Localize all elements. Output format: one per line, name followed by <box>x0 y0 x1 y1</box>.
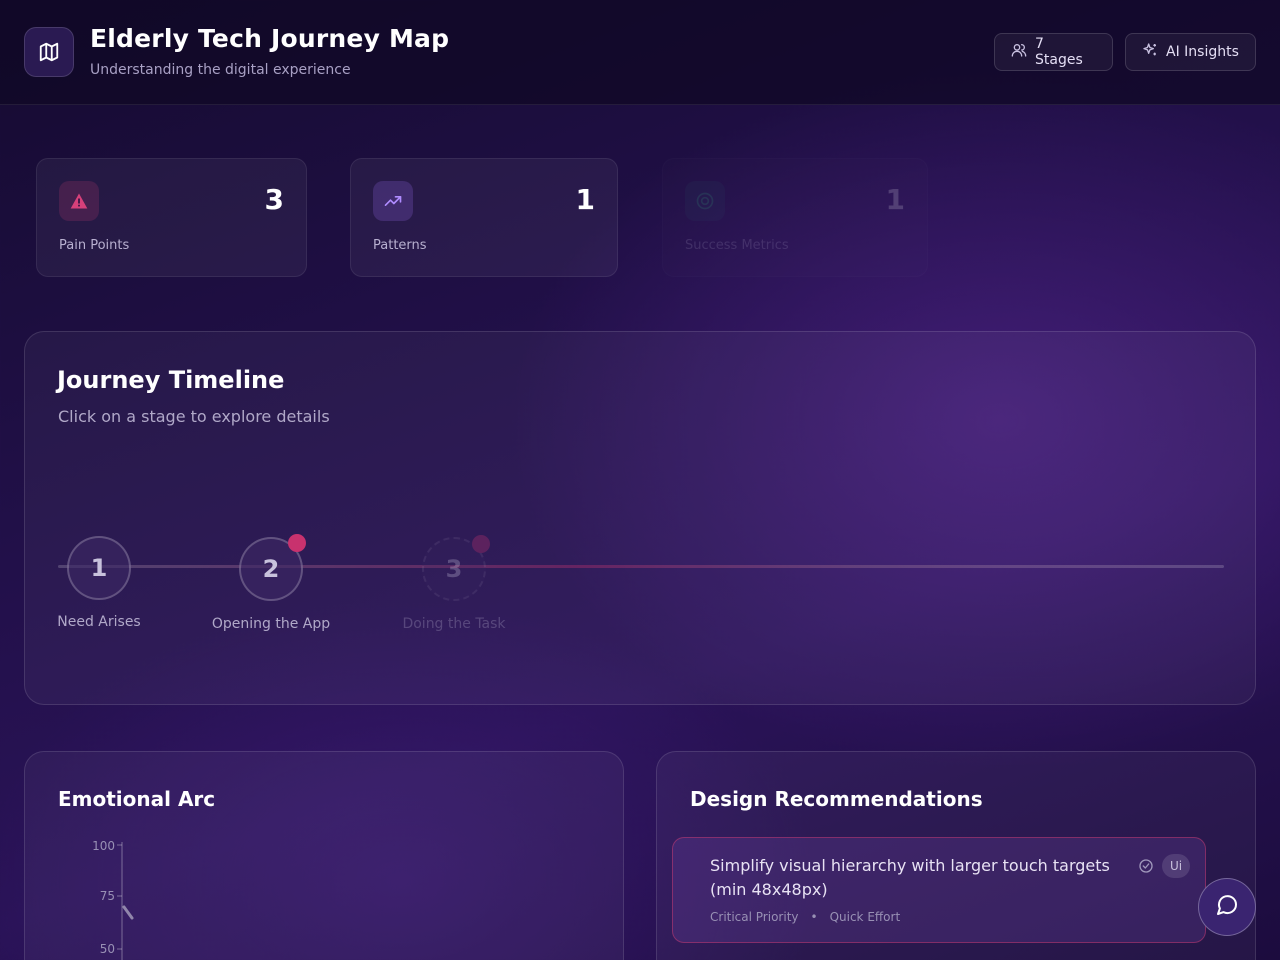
page-subtitle: Understanding the digital experience <box>90 62 351 78</box>
alert-triangle-icon <box>59 181 99 221</box>
stage-1-button[interactable]: 1 <box>67 536 131 600</box>
stage-number: 2 <box>262 555 280 583</box>
map-icon <box>24 27 74 77</box>
stat-card-patterns[interactable]: 1 Patterns <box>350 158 618 277</box>
pain-point-indicator <box>288 534 306 552</box>
page-title: Elderly Tech Journey Map <box>90 24 450 53</box>
stat-value: 3 <box>264 183 284 216</box>
design-recommendations-panel: Design Recommendations Simplify visual h… <box>656 751 1256 960</box>
stat-label: Success Metrics <box>685 238 789 253</box>
target-icon <box>685 181 725 221</box>
trending-up-icon <box>373 181 413 221</box>
timeline-track <box>58 565 1224 568</box>
stage-3-label: Doing the Task <box>402 616 506 632</box>
journey-timeline-panel: Journey Timeline Click on a stage to exp… <box>24 331 1256 705</box>
stages-button[interactable]: 7 Stages <box>994 33 1113 71</box>
recommendations-title: Design Recommendations <box>690 787 983 811</box>
stat-value: 1 <box>575 183 595 216</box>
priority-label: Critical Priority <box>710 910 799 924</box>
message-circle-icon <box>1215 893 1239 921</box>
timeline-title: Journey Timeline <box>57 366 285 394</box>
emotional-arc-chart: 100 75 50 <box>92 839 134 960</box>
ai-insights-label: AI Insights <box>1166 44 1239 60</box>
app-header: Elderly Tech Journey Map Understanding t… <box>0 0 1280 105</box>
stat-label: Patterns <box>373 238 427 253</box>
recommendation-card[interactable]: Simplify visual hierarchy with larger to… <box>672 837 1206 943</box>
pain-point-indicator <box>472 535 490 553</box>
chat-button[interactable] <box>1198 878 1256 936</box>
y-tick-label: 100 <box>92 839 115 853</box>
meta-separator: • <box>810 910 818 924</box>
effort-label: Quick Effort <box>829 910 901 924</box>
stage-number: 3 <box>445 555 463 583</box>
stat-value: 1 <box>885 183 905 216</box>
timeline-subtitle: Click on a stage to explore details <box>58 407 330 426</box>
y-tick-label: 75 <box>100 889 115 903</box>
stat-label: Pain Points <box>59 238 130 253</box>
y-tick-label: 50 <box>100 942 115 956</box>
emotion-line-segment <box>122 905 134 920</box>
stat-card-pain-points[interactable]: 3 Pain Points <box>36 158 307 277</box>
stage-2-label: Opening the App <box>211 616 331 632</box>
users-icon <box>1011 42 1027 62</box>
category-badge: Ui <box>1162 854 1191 878</box>
ai-insights-button[interactable]: AI Insights <box>1125 33 1256 71</box>
stage-number: 1 <box>90 554 108 582</box>
stages-button-label: 7 Stages <box>1035 36 1083 68</box>
recommendation-text: Simplify visual hierarchy with larger to… <box>710 856 1110 899</box>
sparkles-icon <box>1142 42 1158 62</box>
check-circle-icon[interactable] <box>1138 858 1154 878</box>
stage-3-button[interactable]: 3 <box>422 537 486 601</box>
recommendation-meta: Critical Priority • Quick Effort <box>710 910 900 924</box>
stage-1-label: Need Arises <box>57 614 141 630</box>
stat-card-success-metrics[interactable]: 1 Success Metrics <box>662 158 928 277</box>
emotional-arc-panel: Emotional Arc 100 75 50 <box>24 751 624 960</box>
